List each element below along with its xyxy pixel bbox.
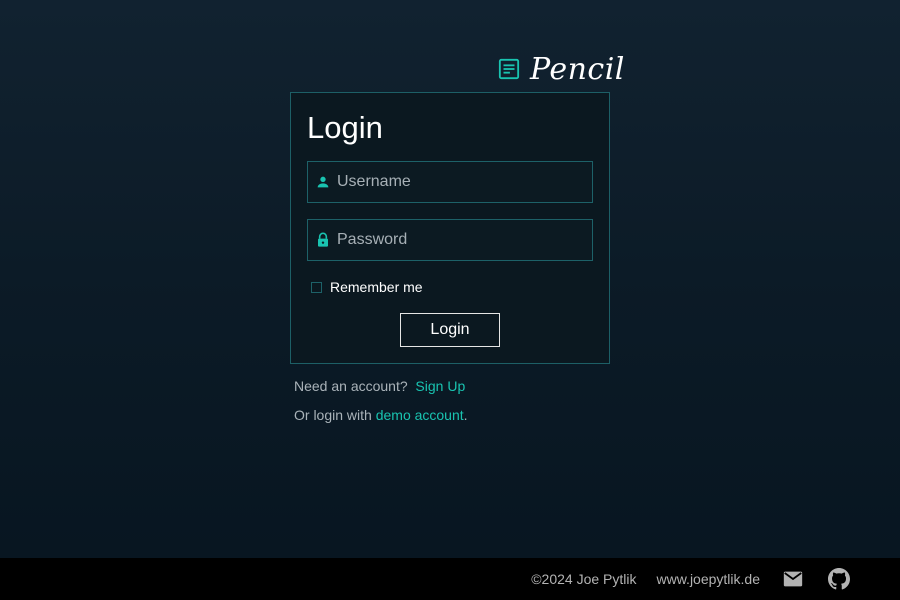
mail-link[interactable] <box>782 568 804 590</box>
remember-me[interactable]: Remember me <box>311 279 423 295</box>
mail-icon <box>783 571 803 587</box>
demo-account-link[interactable]: demo account <box>376 407 464 423</box>
need-account-text: Need an account? <box>294 378 408 394</box>
remember-label: Remember me <box>330 279 423 295</box>
person-icon <box>317 176 329 188</box>
demo-prompt: Or login with demo account. <box>294 407 468 423</box>
copyright-text: ©2024 Joe Pytlik <box>531 571 637 587</box>
demo-period: . <box>463 407 468 423</box>
remember-checkbox[interactable] <box>311 281 322 293</box>
sign-up-link[interactable]: Sign Up <box>415 378 465 394</box>
login-card: Login Remember me Login <box>290 92 610 364</box>
username-field[interactable] <box>307 161 593 203</box>
brand-name: Pencil <box>530 51 625 87</box>
note-icon <box>498 58 520 80</box>
or-login-text: Or login with <box>294 407 372 423</box>
login-title: Login <box>307 110 383 145</box>
github-icon <box>828 568 850 590</box>
github-link[interactable] <box>828 568 850 590</box>
username-input[interactable] <box>337 162 592 202</box>
password-input[interactable] <box>337 220 592 260</box>
lock-icon <box>318 232 328 247</box>
brand-logo: Pencil <box>498 51 625 87</box>
footer: ©2024 Joe Pytlik www.joepytlik.de <box>0 558 900 600</box>
login-button[interactable]: Login <box>400 313 500 347</box>
password-field[interactable] <box>307 219 593 261</box>
website-link[interactable]: www.joepytlik.de <box>657 571 761 587</box>
signup-prompt: Need an account? Sign Up <box>294 378 465 394</box>
